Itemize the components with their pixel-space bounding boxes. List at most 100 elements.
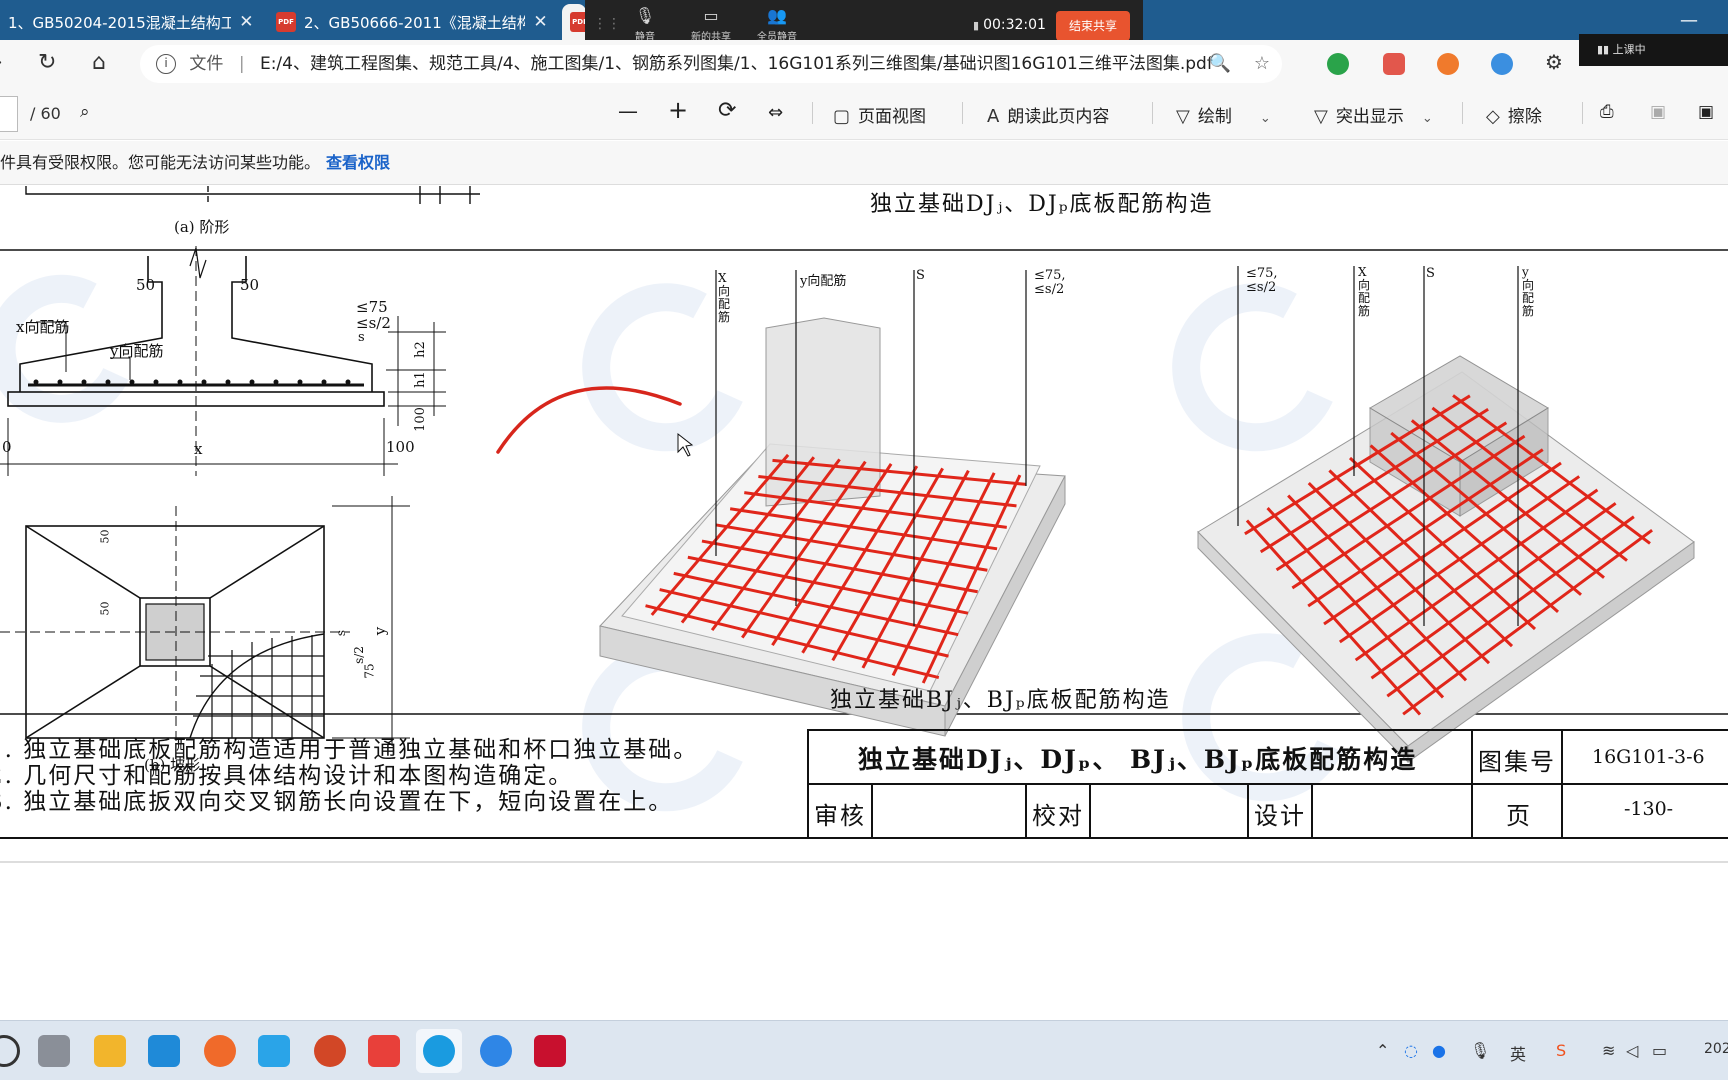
end-share-button[interactable]: 结束共享 (1056, 11, 1130, 41)
app-icon[interactable] (204, 1035, 236, 1067)
tab-active-pdf[interactable]: PDF (562, 4, 586, 40)
page-view-icon: ▢ (833, 106, 851, 127)
tencent-meeting-icon[interactable] (258, 1035, 290, 1067)
mute-button[interactable]: 🎙 静音 (613, 6, 677, 43)
extensions-puzzle-icon[interactable]: ⚙ (1545, 50, 1563, 74)
tab-gb50666[interactable]: PDF 2、GB50666-2011《混凝土结构... ✕ (268, 4, 556, 40)
address-bar[interactable]: i 文件 | E:/4、建筑工程图集、规范工具/4、施工图集/1、钢筋系列图集/… (140, 45, 1282, 83)
read-aloud-button[interactable]: A 朗读此页内容 (987, 102, 1109, 127)
erase-label: 擦除 (1507, 107, 1542, 127)
draw-label: 绘制 (1197, 107, 1232, 127)
search-icon[interactable]: ⌕ (80, 102, 90, 122)
page-number-input[interactable] (0, 96, 18, 132)
extension-icon[interactable] (1383, 53, 1405, 75)
address-actions: 🔍 ☆ (1209, 45, 1270, 83)
tab-title: 1、GB50204-2015混凝土结构工... (8, 13, 231, 32)
label-y-rebar: y向配筋 (110, 342, 164, 360)
acrobat-icon[interactable] (534, 1035, 566, 1067)
show-hidden-icons-chevron-icon[interactable]: ⌃ (1376, 1041, 1389, 1060)
extension-icon[interactable] (1327, 53, 1349, 75)
extension-icon[interactable] (1437, 53, 1459, 75)
pdf-page-view[interactable]: (a) 阶形 独立基础DJⱼ、DJₚ底板配筋构造 x向配筋 y向配筋 50 50… (0, 186, 1728, 1020)
iso-view-djj (599, 270, 1066, 737)
new-share-button[interactable]: ▭ 新的共享 (679, 6, 743, 43)
powerpoint-icon[interactable] (314, 1035, 346, 1067)
tray-app-icon[interactable]: ◌ (1404, 1041, 1418, 1060)
start-search-icon[interactable] (0, 1035, 20, 1067)
dim-label: s (358, 330, 365, 345)
toolbar-divider (1462, 102, 1463, 124)
dim-label: 75 (362, 663, 377, 679)
page-view-label: 页面视图 (858, 107, 927, 127)
watermark-graphic (0, 274, 1343, 812)
zoom-icon[interactable]: 🔍 (1209, 53, 1231, 74)
dim-label: s/2 (351, 646, 366, 664)
erase-button[interactable]: ◇ 擦除 (1486, 102, 1542, 127)
microphone-icon[interactable]: 🎙 (1470, 1041, 1490, 1060)
title-djj: 独立基础DJⱼ、DJₚ底板配筋构造 (870, 192, 1214, 217)
screen: 1、GB50204-2015混凝土结构工... ✕ PDF 2、GB50666-… (0, 0, 1728, 1080)
battery-icon[interactable]: ▭ (1652, 1041, 1667, 1060)
tab-gb50204[interactable]: 1、GB50204-2015混凝土结构工... ✕ (0, 4, 262, 40)
tab-title: 2、GB50666-2011《混凝土结构... (304, 13, 525, 32)
eraser-icon: ◇ (1486, 106, 1500, 127)
iso-label: ≤s/2 (1034, 282, 1065, 297)
ime-indicator[interactable]: 英 (1510, 1041, 1526, 1065)
wifi-icon[interactable]: ≋ (1602, 1041, 1615, 1060)
zoom-in-icon[interactable]: + (668, 96, 688, 124)
zoom-out-icon[interactable]: — (618, 99, 638, 123)
task-view-icon[interactable] (38, 1035, 70, 1067)
dim-label: h1 (412, 371, 428, 388)
volume-icon[interactable]: ◁ (1626, 1041, 1638, 1060)
read-aloud-icon: A (987, 106, 1000, 127)
save-icon[interactable]: ▣ (1650, 102, 1666, 122)
dim-label: 100 (386, 438, 415, 456)
chevron-down-icon[interactable]: ⌄ (1422, 111, 1433, 126)
extension-icon[interactable] (1491, 53, 1513, 75)
refresh-icon[interactable]: ↻ (38, 50, 56, 75)
read-aloud-label: 朗读此页内容 (1007, 107, 1110, 127)
home-icon[interactable]: ⌂ (92, 50, 106, 75)
feishu-icon[interactable] (480, 1035, 512, 1067)
tab-close-icon[interactable]: ✕ (525, 12, 556, 32)
info-icon[interactable]: i (156, 54, 176, 74)
store-icon[interactable] (148, 1035, 180, 1067)
pdf-toolbar: / 60 ⌕ — + ⟳ ⇔ ▢ 页面视图 A 朗读此页内容 ▽ 绘制 ⌄ ▽ 突出显示 ⌄… (0, 88, 1728, 140)
section-a-remnant (25, 186, 480, 206)
toolbar-divider (1582, 102, 1583, 124)
iso-label: X向配筋 (718, 271, 731, 324)
fit-width-icon[interactable]: ⇔ (768, 102, 783, 123)
tab-close-icon[interactable]: ✕ (231, 12, 262, 32)
microphone-icon: 🎙 (634, 6, 656, 25)
rotate-icon[interactable]: ⟳ (718, 98, 736, 123)
highlight-button[interactable]: ▽ 突出显示 ⌄ (1314, 102, 1433, 127)
note-3: 3. 独立基础底扳双向交叉钢筋长向设置在下，短向设置在上。 (0, 789, 674, 815)
view-permissions-link[interactable]: 查看权限 (326, 153, 390, 172)
edge-browser-icon[interactable] (423, 1035, 455, 1067)
plan-mesh (193, 635, 324, 738)
dim-label: x (194, 440, 203, 458)
class-status-label: 上课中 (1612, 43, 1646, 56)
mute-all-button[interactable]: 👥 全员静音 (745, 6, 809, 43)
file-explorer-icon[interactable] (94, 1035, 126, 1067)
chevron-down-icon[interactable]: ⌄ (1260, 111, 1271, 126)
page-view-button[interactable]: ▢ 页面视图 (833, 102, 926, 127)
page-number: -130- (1624, 798, 1674, 820)
forward-icon[interactable]: › (0, 50, 3, 75)
print-icon[interactable]: ⎙ (1600, 102, 1614, 122)
section-b-plan (0, 496, 410, 756)
save-as-icon[interactable]: ▣ (1698, 102, 1714, 122)
title-block-title: 独立基础DJⱼ、DJₚ、 BJⱼ、BJₚ底板配筋构造 (858, 745, 1418, 774)
restricted-permissions-banner: 件具有受限权限。您可能无法访问某些功能。 查看权限 (0, 141, 1728, 185)
screen-recorder-icon[interactable] (368, 1035, 400, 1067)
check-label: 校对 (1032, 802, 1084, 830)
sogou-ime-icon[interactable]: S (1556, 1041, 1566, 1060)
minimize-icon[interactable]: — (1680, 10, 1698, 31)
draw-button[interactable]: ▽ 绘制 ⌄ (1176, 102, 1271, 127)
clock[interactable]: 202 (1704, 1041, 1728, 1057)
share-timer: ▮ 00:32:01 (973, 17, 1046, 33)
page-count: / 60 (30, 104, 61, 123)
favorite-add-icon[interactable]: ☆ (1254, 53, 1270, 74)
tray-app-icon[interactable]: ● (1432, 1041, 1446, 1060)
highlighter-icon: ▽ (1314, 106, 1328, 127)
